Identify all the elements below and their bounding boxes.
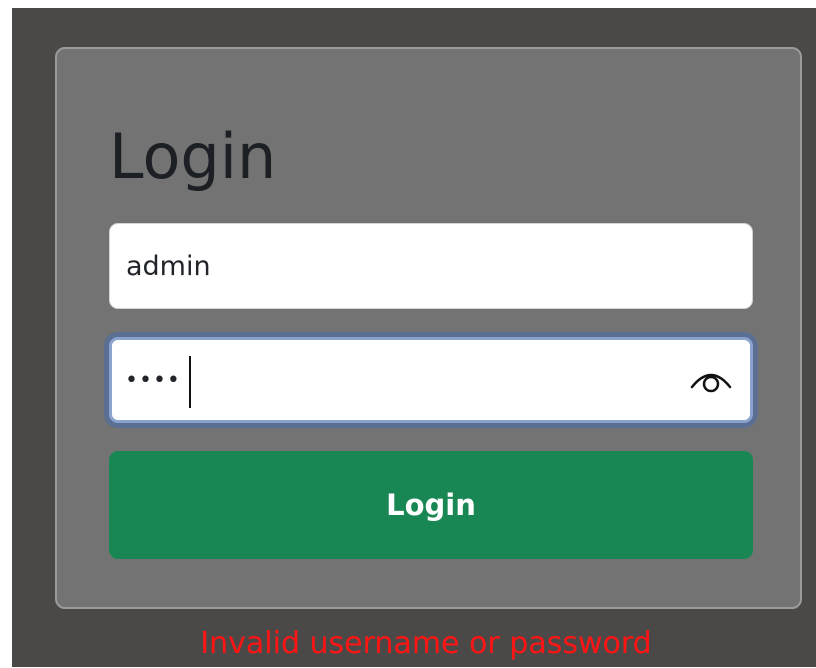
show-password-toggle[interactable] [676, 340, 746, 420]
eye-icon [690, 373, 732, 393]
page-backdrop: Login Login Invalid username or password [12, 8, 816, 667]
username-field[interactable] [109, 223, 753, 309]
login-card: Login Login [55, 47, 802, 609]
login-button[interactable]: Login [109, 451, 753, 559]
error-message: Invalid username or password [200, 626, 652, 661]
password-field[interactable] [109, 337, 753, 423]
username-input[interactable] [110, 224, 752, 308]
login-title: Login [109, 120, 277, 193]
password-input[interactable] [112, 340, 676, 420]
text-caret [189, 356, 191, 408]
